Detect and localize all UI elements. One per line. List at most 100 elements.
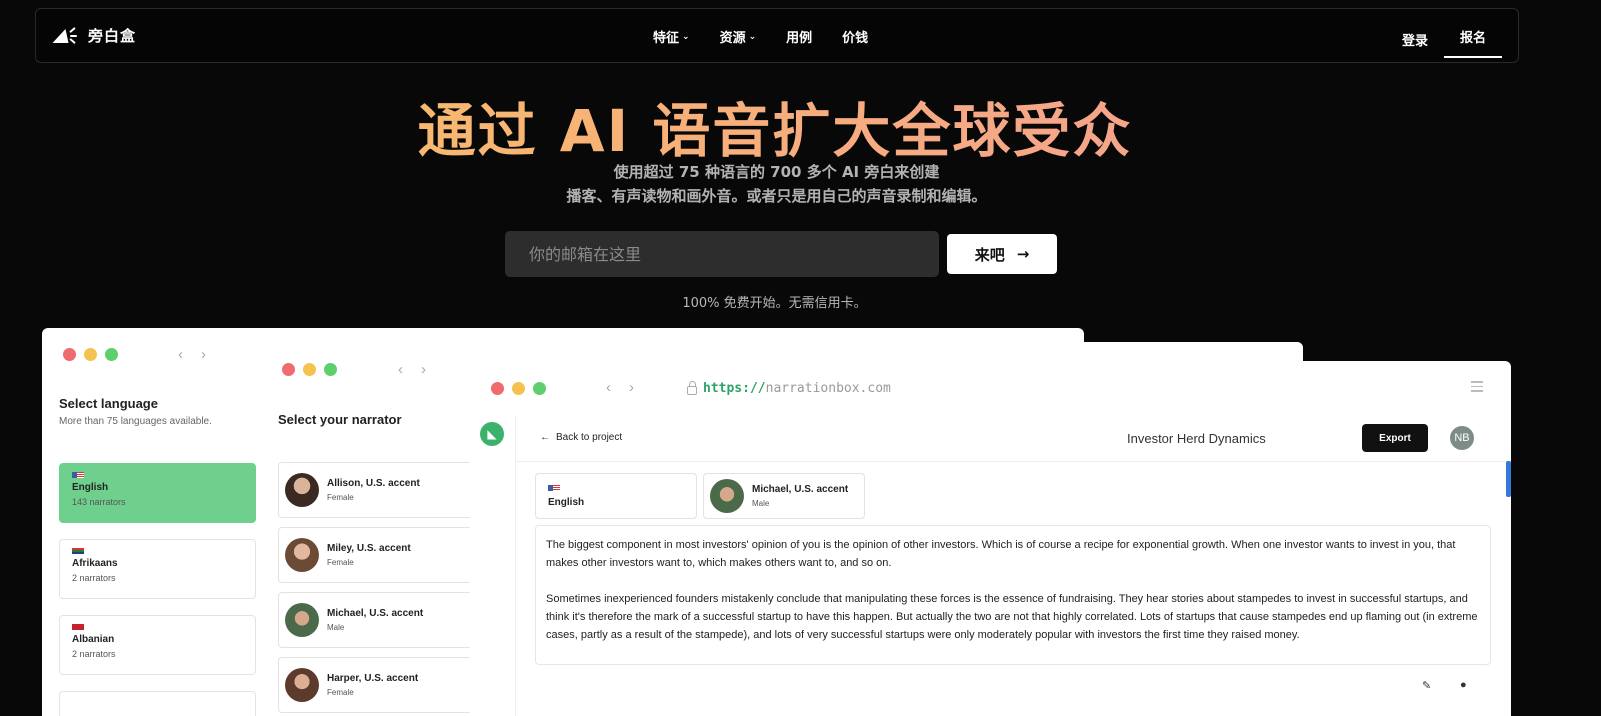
- login-link[interactable]: 登录: [1386, 24, 1444, 55]
- language-card-next[interactable]: [59, 691, 256, 716]
- arrow-right-icon: →: [1016, 245, 1030, 263]
- language-count: 143 narrators: [72, 497, 126, 507]
- hero-title: 通过 AI 语音扩大全球受众: [0, 84, 1550, 168]
- close-dot[interactable]: [491, 382, 504, 395]
- landing-page: 旁白盒 特征 ⌄ 资源 ⌄ 用例 价钱 登录 报名 通过 AI 语音扩大全球受众…: [0, 0, 1601, 716]
- avatar: [710, 479, 744, 513]
- script-editor[interactable]: The biggest component in most investors'…: [535, 525, 1491, 665]
- close-dot[interactable]: [282, 363, 295, 376]
- select-language-title: Select language: [59, 396, 158, 411]
- narrator-chip[interactable]: Michael, U.S. accent Male: [703, 473, 865, 519]
- back-to-project-link[interactable]: ← Back to project: [540, 432, 622, 443]
- url-scheme: https://: [703, 381, 766, 396]
- narrator-card-allison[interactable]: Allison, U.S. accent Female: [278, 462, 478, 518]
- avatar: [285, 538, 319, 572]
- nav-item-label: 特征: [653, 31, 680, 46]
- narrator-name: Harper, U.S. accent: [327, 673, 419, 684]
- chevron-right-icon[interactable]: ›: [421, 361, 426, 378]
- paragraph: Sometimes inexperienced founders mistake…: [546, 593, 1478, 641]
- language-name: English: [72, 482, 109, 493]
- user-avatar[interactable]: NB: [1450, 426, 1474, 450]
- brand-name: 旁白盒: [88, 27, 137, 45]
- narrator-gender: Female: [327, 558, 354, 567]
- narrator-name: Michael, U.S. accent: [752, 484, 849, 495]
- select-narrator-title: Select your narrator: [278, 412, 402, 427]
- us-flag-icon: [72, 472, 84, 478]
- edit-icon[interactable]: ✎: [1422, 679, 1431, 692]
- nav-item-label: 用例: [786, 31, 813, 46]
- language-card-english[interactable]: English 143 narrators: [59, 463, 256, 523]
- back-label: Back to project: [556, 432, 623, 443]
- signup-link[interactable]: 报名: [1444, 21, 1502, 58]
- narrator-card-miley[interactable]: Miley, U.S. accent Female: [278, 527, 478, 583]
- megaphone-icon: [52, 26, 78, 45]
- avatar: [285, 603, 319, 637]
- window-controls: [491, 382, 546, 395]
- avatar: [285, 473, 319, 507]
- window-controls: [282, 363, 337, 376]
- arrow-left-icon: ←: [540, 432, 550, 443]
- chevron-right-icon[interactable]: ›: [201, 346, 206, 363]
- language-card-afrikaans[interactable]: Afrikaans 2 narrators: [59, 539, 256, 599]
- hero-subtitle: 使用超过 75 种语言的 700 多个 AI 旁白来创建 播客、有声读物和画外音…: [0, 160, 1553, 208]
- url-host: narrationbox.com: [765, 381, 891, 396]
- hero-subtitle-line: 使用超过 75 种语言的 700 多个 AI 旁白来创建: [613, 163, 940, 181]
- window-controls: [63, 348, 118, 361]
- paragraph: The biggest component in most investors'…: [546, 539, 1456, 569]
- narrator-card-harper[interactable]: Harper, U.S. accent Female: [278, 657, 478, 713]
- editor-topbar: ← Back to project Investor Herd Dynamics…: [516, 416, 1511, 462]
- chevron-left-icon[interactable]: ‹: [398, 361, 403, 378]
- avatar: [285, 668, 319, 702]
- settings-icon[interactable]: ●: [1460, 679, 1467, 691]
- export-button[interactable]: Export: [1362, 424, 1428, 452]
- language-chip[interactable]: English: [535, 473, 697, 519]
- scrollbar[interactable]: [1506, 461, 1511, 497]
- chevron-down-icon: ⌄: [748, 32, 757, 42]
- narrator-name: Miley, U.S. accent: [327, 543, 411, 554]
- chevron-left-icon[interactable]: ‹: [178, 346, 183, 363]
- language-name: Afrikaans: [72, 558, 118, 569]
- narrator-gender: Female: [327, 688, 354, 697]
- nav-item-resources[interactable]: 资源 ⌄: [720, 27, 757, 46]
- menu-icon[interactable]: [1471, 381, 1483, 395]
- nav-menu: 特征 ⌄ 资源 ⌄ 用例 价钱: [653, 27, 868, 46]
- maximize-dot[interactable]: [324, 363, 337, 376]
- minimize-dot[interactable]: [303, 363, 316, 376]
- chevron-right-icon[interactable]: ›: [629, 379, 634, 396]
- address-bar[interactable]: https://narrationbox.com: [687, 380, 891, 396]
- email-input[interactable]: [505, 231, 939, 277]
- minimize-dot[interactable]: [512, 382, 525, 395]
- language-count: 2 narrators: [72, 573, 116, 583]
- narrator-name: Michael, U.S. accent: [327, 608, 424, 619]
- free-note: 100% 免费开始。无需信用卡。: [682, 296, 867, 311]
- nav-item-pricing[interactable]: 价钱: [842, 27, 868, 46]
- lock-icon: [687, 380, 697, 395]
- brand-logo[interactable]: 旁白盒: [52, 25, 137, 46]
- nav-item-label: 资源: [719, 31, 746, 46]
- narrator-card-michael[interactable]: Michael, U.S. accent Male: [278, 592, 478, 648]
- narrator-gender: Male: [752, 499, 770, 508]
- minimize-dot[interactable]: [84, 348, 97, 361]
- hero-subtitle-line: 播客、有声读物和画外音。或者只是用自己的声音录制和编辑。: [566, 187, 987, 205]
- side-rail: ◣: [470, 416, 516, 716]
- maximize-dot[interactable]: [105, 348, 118, 361]
- selected-language: English: [548, 496, 585, 508]
- us-flag-icon: [548, 484, 560, 491]
- top-nav: 旁白盒 特征 ⌄ 资源 ⌄ 用例 价钱 登录 报名: [35, 8, 1519, 63]
- editor-window: ‹ › https://narrationbox.com ◣ ← Back to…: [470, 361, 1511, 716]
- chevron-left-icon[interactable]: ‹: [606, 379, 611, 396]
- select-language-subtitle: More than 75 languages available.: [59, 416, 212, 427]
- nav-item-use-cases[interactable]: 用例: [786, 27, 812, 46]
- al-flag-icon: [72, 624, 84, 630]
- project-title: Investor Herd Dynamics: [1127, 431, 1266, 446]
- narrator-name: Allison, U.S. accent: [327, 478, 420, 489]
- app-logo-icon[interactable]: ◣: [480, 422, 504, 446]
- language-count: 2 narrators: [72, 649, 116, 659]
- language-card-albanian[interactable]: Albanian 2 narrators: [59, 615, 256, 675]
- get-started-button[interactable]: 来吧 →: [947, 234, 1057, 274]
- browser-nav: ‹ ›: [398, 361, 426, 378]
- close-dot[interactable]: [63, 348, 76, 361]
- maximize-dot[interactable]: [533, 382, 546, 395]
- nav-item-features[interactable]: 特征 ⌄: [653, 27, 690, 46]
- chevron-down-icon: ⌄: [682, 32, 690, 42]
